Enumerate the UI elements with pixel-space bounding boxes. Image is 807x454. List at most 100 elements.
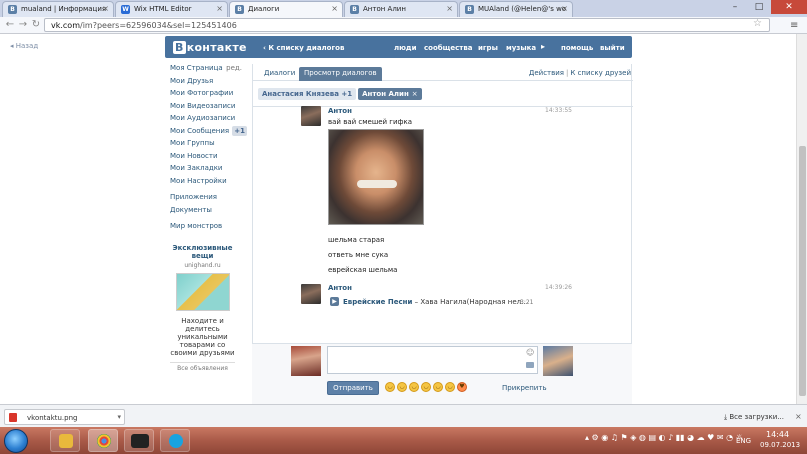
cool-smile-icon[interactable]: ◡ (409, 382, 419, 392)
back-arrow-icon[interactable]: ← (4, 19, 16, 31)
menu-item-my-page[interactable]: Моя Страница ред. (170, 64, 248, 77)
heart-eyes-icon[interactable]: ♥ (457, 382, 467, 392)
nav-people[interactable]: люди (394, 44, 417, 52)
left-menu: Моя Страница ред. Мои Друзья Мои Фотограф… (170, 64, 248, 235)
peer-token[interactable]: Антон Алин × (358, 88, 422, 100)
all-ads-link[interactable]: Все объявления (170, 362, 235, 372)
browser-toolbar: ← → ↻ vk.com/im?peers=62596034&sel=12545… (0, 17, 807, 34)
audio-duration: 3:21 (520, 299, 534, 306)
scroll-thumb[interactable] (799, 146, 806, 396)
emoji-icon[interactable]: ☺ (526, 348, 534, 357)
audio-title[interactable]: Еврейские Песни – Хава Нагила(Народная н… (343, 298, 528, 306)
download-item[interactable]: vkontaktu.png ▾ (4, 409, 125, 425)
tray-icons[interactable]: ▴ ⚙ ◉ ♫ ⚑ ◈ ◍ ▤ ◐ ♪ ▮▮ ◕ ☁ ♥ ✉ ◔ ☼ (585, 433, 743, 442)
avatar[interactable] (301, 284, 321, 304)
play-icon[interactable]: ▶ (330, 297, 339, 306)
chevron-down-icon[interactable]: ▾ (117, 413, 121, 421)
back-link[interactable]: ◂ Назад (10, 42, 38, 50)
browser-tab-anton[interactable]: B Антон Алин × (344, 1, 458, 17)
actions-link[interactable]: Действия (529, 69, 564, 77)
close-icon[interactable]: × (561, 4, 568, 13)
close-icon[interactable]: × (795, 412, 802, 421)
nav-logout[interactable]: выйти (600, 44, 625, 52)
nav-games[interactable]: игры (478, 44, 498, 52)
all-downloads-link[interactable]: ⤓ Все загрузки... (724, 413, 784, 422)
edit-link[interactable]: ред. (226, 64, 242, 72)
ad-image[interactable] (175, 273, 230, 311)
address-bar[interactable]: vk.com/im?peers=62596034&sel=125451406 (44, 18, 770, 32)
language-indicator[interactable]: ENG (736, 437, 751, 445)
back-to-dialogs-link[interactable]: ‹ К списку диалогов (263, 44, 344, 52)
vk-logo[interactable]: Вконтакте (173, 41, 247, 54)
menu-item-audio[interactable]: Мои Аудиозаписи (170, 114, 248, 127)
remove-icon[interactable]: × (412, 90, 418, 98)
taskbar-asus[interactable] (124, 429, 154, 452)
nav-communities[interactable]: сообщества (424, 44, 473, 52)
tab-dialogs[interactable]: Диалоги (259, 67, 300, 81)
camera-icon[interactable] (526, 362, 534, 368)
grin-icon[interactable]: ◡ (397, 382, 407, 392)
page-scrollbar[interactable] (796, 34, 807, 404)
close-icon[interactable]: × (102, 4, 109, 13)
nav-music[interactable]: музыка (506, 44, 536, 52)
wink-icon[interactable]: ◡ (421, 382, 431, 392)
menu-item-settings[interactable]: Мои Настройки (170, 177, 248, 190)
close-icon[interactable]: × (446, 4, 453, 13)
menu-item-friends[interactable]: Мои Друзья (170, 77, 248, 90)
clock-time[interactable]: 14:44 (766, 430, 789, 439)
menu-item-bookmarks[interactable]: Мои Закладки (170, 164, 248, 177)
taskbar-explorer[interactable] (50, 429, 80, 452)
message-author[interactable]: Антон (328, 284, 352, 292)
to-friends-link[interactable]: К списку друзей (570, 69, 631, 77)
play-icon[interactable]: ▸ (541, 42, 545, 51)
browser-tab-mualand[interactable]: B mualand | Информация × (2, 1, 114, 17)
browser-tab-wix[interactable]: W Wix HTML Editor × (115, 1, 228, 17)
clock-date[interactable]: 09.07.2013 (760, 441, 800, 449)
unread-badge: +1 (232, 125, 247, 136)
peer-count: +1 (341, 90, 353, 98)
attach-link[interactable]: Прикрепить (502, 384, 547, 392)
forward-arrow-icon[interactable]: → (17, 19, 29, 31)
tab-view-dialogs[interactable]: Просмотр диалогов (299, 67, 382, 81)
close-icon[interactable]: × (331, 4, 338, 13)
menu-item-videos[interactable]: Мои Видеозаписи (170, 102, 248, 115)
ad-title[interactable]: Эксклюзивные вещи (170, 244, 235, 260)
taskbar-chrome[interactable] (88, 429, 118, 452)
close-icon[interactable]: × (216, 4, 223, 13)
reload-icon[interactable]: ↻ (30, 19, 42, 31)
laugh-icon[interactable]: ◡ (445, 382, 455, 392)
bookmark-star-icon[interactable]: ☆ (753, 18, 762, 29)
menu-item-apps[interactable]: Приложения (170, 193, 248, 206)
tab-label: mualand | Информация (21, 5, 107, 13)
peer-avatar[interactable] (543, 346, 573, 376)
menu-item-documents[interactable]: Документы (170, 206, 248, 219)
start-button-icon[interactable] (4, 429, 28, 453)
url-path: /im?peers=62596034&sel=125451406 (80, 21, 237, 30)
peer-token[interactable]: Анастасия Князева +1 (258, 88, 357, 100)
vk-logo-text: контакте (186, 41, 247, 54)
browser-tab-dialogs[interactable]: B Диалоги × (229, 1, 343, 17)
maximize-icon[interactable]: □ (747, 0, 771, 14)
menu-item-photos[interactable]: Мои Фотографии (170, 89, 248, 102)
smile-icon[interactable]: ◡ (385, 382, 395, 392)
avatar[interactable] (301, 106, 321, 126)
nav-help[interactable]: помощь (561, 44, 593, 52)
menu-item-groups[interactable]: Мои Группы (170, 139, 248, 152)
minimize-icon[interactable]: – (723, 0, 747, 14)
menu-icon[interactable]: ≡ (790, 20, 798, 31)
menu-item-messages[interactable]: Мои Сообщения +1 (170, 125, 248, 140)
taskbar-skype[interactable] (160, 429, 190, 452)
menu-item-monster-world[interactable]: Мир монстров (170, 222, 248, 235)
send-button[interactable]: Отправить (327, 381, 379, 395)
menu-item-news[interactable]: Мои Новости (170, 152, 248, 165)
message-input[interactable] (327, 346, 538, 374)
window-close-icon[interactable]: ✕ (771, 0, 807, 14)
browser-tab-mualand-wall[interactable]: B MUAland (@Helen@'s wo × (459, 1, 573, 17)
my-avatar[interactable] (291, 346, 321, 376)
blush-icon[interactable]: ◡ (433, 382, 443, 392)
dialog-actions: Действия | К списку друзей (529, 69, 631, 77)
download-filename: vkontaktu.png (27, 414, 78, 422)
sidebar-ad[interactable]: Эксклюзивные вещи unighand.ru Находите и… (170, 244, 235, 372)
gif-image[interactable] (328, 129, 424, 225)
message-author[interactable]: Антон (328, 107, 352, 115)
